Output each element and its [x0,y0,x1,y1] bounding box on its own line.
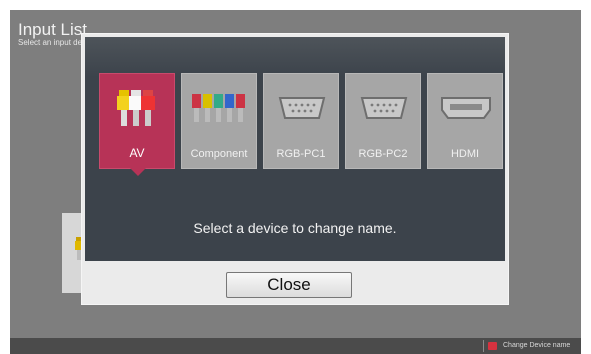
device-tile-component[interactable]: Component [181,73,257,169]
device-label-rgb-pc1: RGB-PC1 [276,148,326,160]
page-title: Input List [18,20,87,39]
close-button[interactable]: Close [226,272,352,298]
component-jacks-icon [192,94,245,122]
device-tile-rgb-pc1[interactable]: RGB-PC1 [263,73,339,169]
instruction-message: Select a device to change name. [193,220,397,236]
composite-av-jacks-icon [117,90,155,126]
change-device-name-hint: Change Device name [503,342,571,349]
device-label-component: Component [190,148,248,160]
device-tile-av[interactable]: AV [99,73,175,176]
vga-port-icon [278,97,326,119]
vga-port-icon [360,97,408,119]
device-label-rgb-pc2: RGB-PC2 [358,148,408,160]
device-label-hdmi: HDMI [450,148,480,160]
device-tile-rgb-pc2[interactable]: RGB-PC2 [345,73,421,169]
hint-separator [483,340,484,352]
device-label-av: AV [129,146,145,160]
rename-device-dialog: AV Component RGB-PC1 RGB-PC2 HDMI Select… [81,33,509,305]
dialog-panel: AV Component RGB-PC1 RGB-PC2 HDMI Select… [85,37,505,261]
red-key-icon [488,342,497,350]
device-tile-hdmi[interactable]: HDMI [427,73,503,169]
hdmi-port-icon [441,97,491,119]
bottom-hint-bar: Change Device name [10,338,581,354]
